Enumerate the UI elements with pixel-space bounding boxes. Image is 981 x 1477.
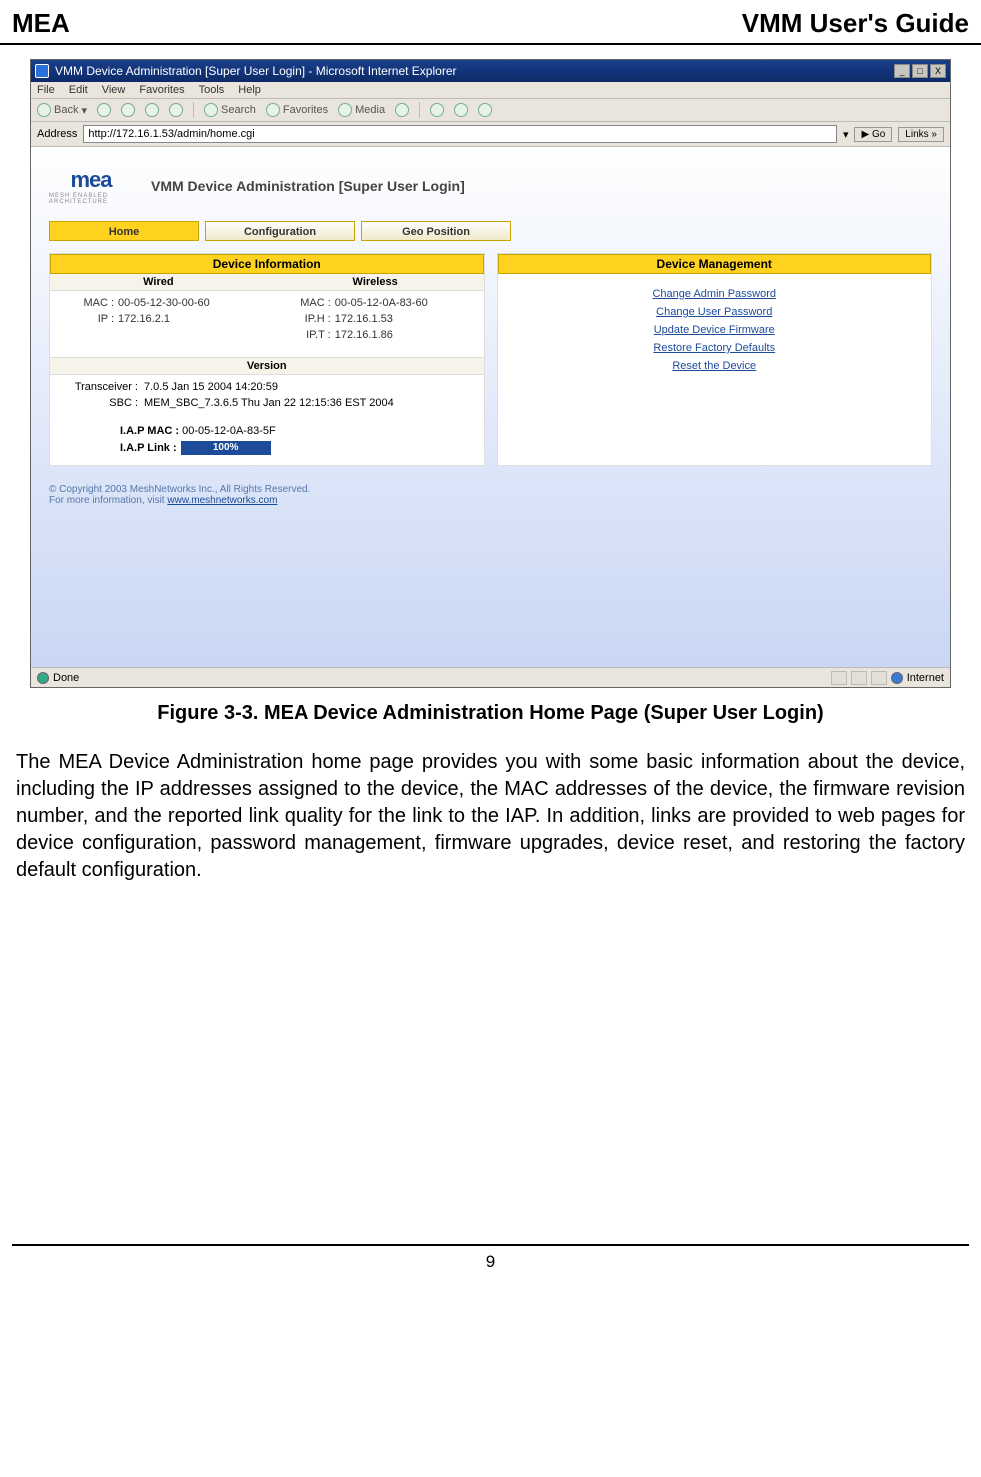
tab-configuration[interactable]: Configuration xyxy=(205,221,355,241)
status-bar: Done Internet xyxy=(31,667,950,687)
internet-icon xyxy=(891,672,903,684)
wired-mac: 00-05-12-30-00-60 xyxy=(118,295,210,311)
edit-icon xyxy=(478,103,492,117)
toolbar-separator xyxy=(193,102,194,118)
home-button[interactable] xyxy=(169,103,183,117)
history-icon xyxy=(395,103,409,117)
ie-window: VMM Device Administration [Super User Lo… xyxy=(30,59,951,688)
nav-tabs: Home Configuration Geo Position xyxy=(49,221,938,241)
forward-button[interactable] xyxy=(97,103,111,117)
doc-header: MEA VMM User's Guide xyxy=(0,0,981,45)
doc-header-right: VMM User's Guide xyxy=(742,8,969,39)
close-button[interactable]: X xyxy=(930,64,946,78)
app-page-title: VMM Device Administration [Super User Lo… xyxy=(151,178,465,194)
refresh-icon xyxy=(145,103,159,117)
wireless-iph: 172.16.1.53 xyxy=(335,311,393,327)
copyright-block: © Copyright 2003 MeshNetworks Inc., All … xyxy=(49,484,932,506)
wireless-subheader: Wireless xyxy=(267,274,484,291)
device-mgmt-panel: Device Management Change Admin Password … xyxy=(497,253,933,466)
address-bar: Address ▾ ▶ Go Links » xyxy=(31,122,950,147)
window-title: VMM Device Administration [Super User Lo… xyxy=(55,64,456,78)
search-icon xyxy=(204,103,218,117)
footer-rule xyxy=(12,1244,969,1246)
body-paragraph: The MEA Device Administration home page … xyxy=(16,749,965,884)
mail-icon xyxy=(430,103,444,117)
link-change-user-password[interactable]: Change User Password xyxy=(498,306,932,318)
done-icon xyxy=(37,672,49,684)
link-restore-defaults[interactable]: Restore Factory Defaults xyxy=(498,342,932,354)
go-button[interactable]: ▶ Go xyxy=(854,127,892,142)
ie-icon xyxy=(35,64,49,78)
menu-favorites[interactable]: Favorites xyxy=(139,84,184,96)
menu-view[interactable]: View xyxy=(102,84,126,96)
tab-home[interactable]: Home xyxy=(49,221,199,241)
address-input[interactable] xyxy=(83,125,837,143)
status-seg xyxy=(871,671,887,685)
maximize-button[interactable]: □ xyxy=(912,64,928,78)
status-seg xyxy=(831,671,847,685)
transceiver-version: 7.0.5 Jan 15 2004 14:20:59 xyxy=(144,379,278,395)
figure-caption: Figure 3-3. MEA Device Administration Ho… xyxy=(30,702,951,725)
toolbar-separator xyxy=(419,102,420,118)
media-icon xyxy=(338,103,352,117)
status-seg xyxy=(851,671,867,685)
sbc-version: MEM_SBC_7.3.6.5 Thu Jan 22 12:15:36 EST … xyxy=(144,395,394,411)
home-icon xyxy=(169,103,183,117)
menu-file[interactable]: File xyxy=(37,84,55,96)
back-button[interactable]: Back ▾ xyxy=(37,103,87,117)
wireless-mac: 00-05-12-0A-83-60 xyxy=(335,295,428,311)
browser-viewport: mea MESH ENABLED ARCHITECTURE VMM Device… xyxy=(31,147,950,667)
stop-button[interactable] xyxy=(121,103,135,117)
refresh-button[interactable] xyxy=(145,103,159,117)
history-button[interactable] xyxy=(395,103,409,117)
iap-link-bar: 100% xyxy=(181,441,271,455)
stop-icon xyxy=(121,103,135,117)
tab-geo-position[interactable]: Geo Position xyxy=(361,221,511,241)
toolbar: Back ▾ Search Favorites Media xyxy=(31,99,950,122)
star-icon xyxy=(266,103,280,117)
menu-help[interactable]: Help xyxy=(238,84,261,96)
device-info-panel: Device Information Wired Wireless MAC :0… xyxy=(49,253,485,466)
back-icon xyxy=(37,103,51,117)
wired-col: MAC :00-05-12-30-00-60 IP :172.16.2.1 xyxy=(50,291,267,347)
doc-header-left: MEA xyxy=(12,8,70,39)
minimize-button[interactable]: _ xyxy=(894,64,910,78)
wireless-col: MAC :00-05-12-0A-83-60 IP.H :172.16.1.53… xyxy=(267,291,484,347)
device-mgmt-header: Device Management xyxy=(498,254,932,274)
version-header: Version xyxy=(50,357,484,375)
address-dropdown-icon[interactable]: ▾ xyxy=(843,128,849,141)
print-icon xyxy=(454,103,468,117)
page-number: 9 xyxy=(0,1252,981,1272)
status-internet: Internet xyxy=(907,672,944,684)
menu-edit[interactable]: Edit xyxy=(69,84,88,96)
edit-button[interactable] xyxy=(478,103,492,117)
window-titlebar[interactable]: VMM Device Administration [Super User Lo… xyxy=(31,60,950,82)
mea-logo: mea MESH ENABLED ARCHITECTURE xyxy=(49,163,133,209)
links-button[interactable]: Links » xyxy=(898,127,944,142)
link-meshnetworks[interactable]: www.meshnetworks.com xyxy=(167,495,277,506)
wired-ip: 172.16.2.1 xyxy=(118,311,170,327)
menu-tools[interactable]: Tools xyxy=(199,84,225,96)
wired-subheader: Wired xyxy=(50,274,267,291)
forward-icon xyxy=(97,103,111,117)
mail-button[interactable] xyxy=(430,103,444,117)
favorites-button[interactable]: Favorites xyxy=(266,103,328,117)
wireless-ipt: 172.16.1.86 xyxy=(335,327,393,343)
link-change-admin-password[interactable]: Change Admin Password xyxy=(498,288,932,300)
device-info-header: Device Information xyxy=(50,254,484,274)
link-update-firmware[interactable]: Update Device Firmware xyxy=(498,324,932,336)
search-button[interactable]: Search xyxy=(204,103,256,117)
status-done: Done xyxy=(53,672,79,684)
copyright-line1: © Copyright 2003 MeshNetworks Inc., All … xyxy=(49,484,932,495)
menubar: File Edit View Favorites Tools Help xyxy=(31,82,950,99)
print-button[interactable] xyxy=(454,103,468,117)
media-button[interactable]: Media xyxy=(338,103,385,117)
iap-mac: 00-05-12-0A-83-5F xyxy=(182,425,276,437)
link-reset-device[interactable]: Reset the Device xyxy=(498,360,932,372)
address-label: Address xyxy=(37,128,77,140)
